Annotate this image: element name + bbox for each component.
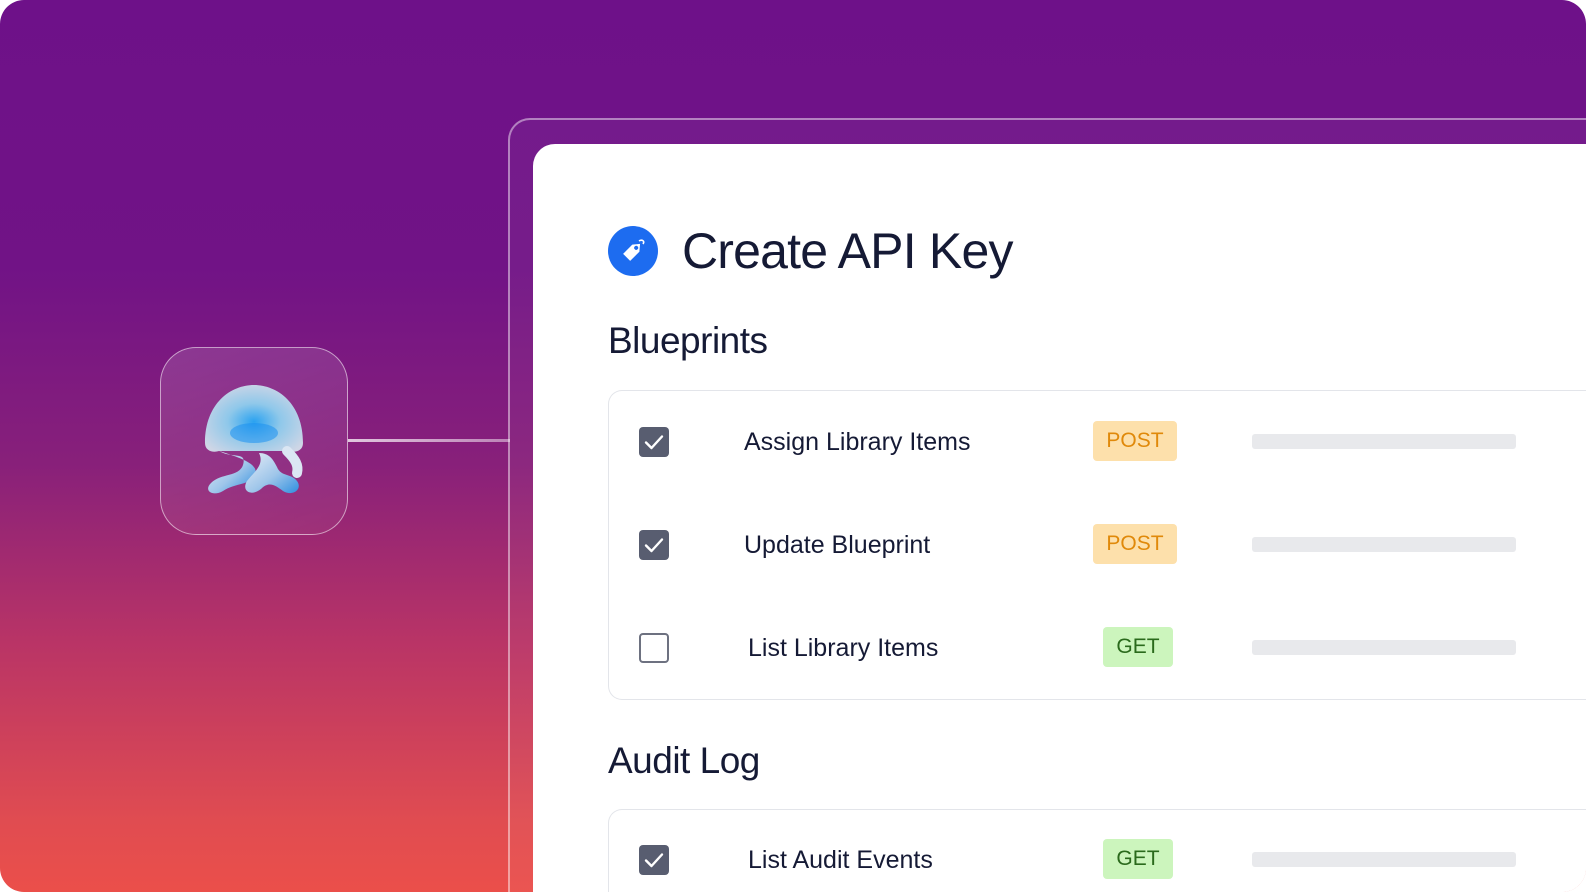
- gradient-background: Create API Key Blueprints Assign Library…: [0, 0, 1586, 892]
- app-tile: [160, 347, 348, 535]
- page-title: Create API Key: [682, 223, 1013, 279]
- connector-line: [348, 439, 510, 442]
- method-badge: POST: [1093, 421, 1177, 461]
- endpoint-checkbox[interactable]: [639, 633, 669, 663]
- endpoint-row[interactable]: Assign Library Items POST: [609, 417, 1586, 467]
- placeholder-bar: [1252, 434, 1516, 449]
- endpoint-checkbox[interactable]: [639, 530, 669, 560]
- section-title-blueprints: Blueprints: [608, 320, 768, 361]
- placeholder-bar: [1252, 537, 1516, 552]
- create-api-key-panel: Create API Key Blueprints Assign Library…: [533, 144, 1586, 892]
- checkmark-icon: [644, 538, 664, 553]
- checkmark-icon: [644, 853, 664, 868]
- tag-icon: [608, 226, 658, 276]
- section-title-audit-log: Audit Log: [608, 740, 760, 781]
- method-badge: GET: [1103, 627, 1173, 667]
- blueprints-endpoint-list: Assign Library Items POST Update Bluepri…: [608, 390, 1586, 700]
- audit-log-endpoint-list: List Audit Events GET: [608, 809, 1586, 892]
- endpoint-label: Update Blueprint: [744, 531, 931, 559]
- checkmark-icon: [644, 435, 664, 450]
- placeholder-bar: [1252, 640, 1516, 655]
- method-badge: GET: [1103, 839, 1173, 879]
- endpoint-label: List Audit Events: [748, 846, 933, 874]
- endpoint-row[interactable]: List Audit Events GET: [609, 835, 1586, 885]
- endpoint-row[interactable]: List Library Items GET: [609, 623, 1586, 673]
- placeholder-bar: [1252, 852, 1516, 867]
- endpoint-row[interactable]: Update Blueprint POST: [609, 520, 1586, 570]
- endpoint-label: Assign Library Items: [744, 428, 971, 456]
- endpoint-checkbox[interactable]: [639, 427, 669, 457]
- endpoint-label: List Library Items: [748, 634, 939, 662]
- title-row: Create API Key: [608, 222, 1013, 280]
- jellyfish-logo-icon: [205, 385, 303, 494]
- method-badge: POST: [1093, 524, 1177, 564]
- endpoint-checkbox[interactable]: [639, 845, 669, 875]
